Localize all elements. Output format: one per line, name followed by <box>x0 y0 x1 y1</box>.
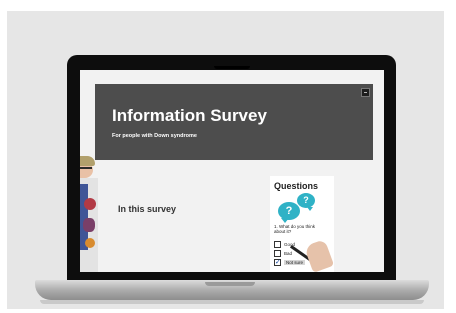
question-text: 1. What do you think about it? <box>274 224 316 234</box>
survey-subtitle: For people with Down syndrome <box>112 133 197 139</box>
laptop-screen: Information Survey For people with Down … <box>80 70 384 272</box>
survey-title: Information Survey <box>112 106 267 125</box>
option-label: Bad <box>284 250 293 256</box>
laptop-base-groove <box>205 282 255 286</box>
section-heading: In this survey <box>118 204 177 214</box>
person-photo <box>80 156 98 272</box>
survey-banner: Information Survey For people with Down … <box>95 84 373 160</box>
laptop-camera-notch <box>214 66 250 69</box>
checkbox-icon <box>274 240 281 248</box>
checkbox-icon <box>274 249 281 257</box>
questions-title: Questions <box>274 181 319 191</box>
laptop-shadow <box>40 300 424 304</box>
option-bad: Bad <box>274 249 292 257</box>
option-not-sure: Not sure <box>274 258 306 266</box>
question-bubble-icon: ? <box>278 202 300 223</box>
question-bubble-icon: ? <box>297 193 315 211</box>
menu-icon[interactable] <box>361 88 370 97</box>
option-label: Not sure <box>284 259 306 265</box>
checkbox-checked-icon <box>274 258 281 266</box>
